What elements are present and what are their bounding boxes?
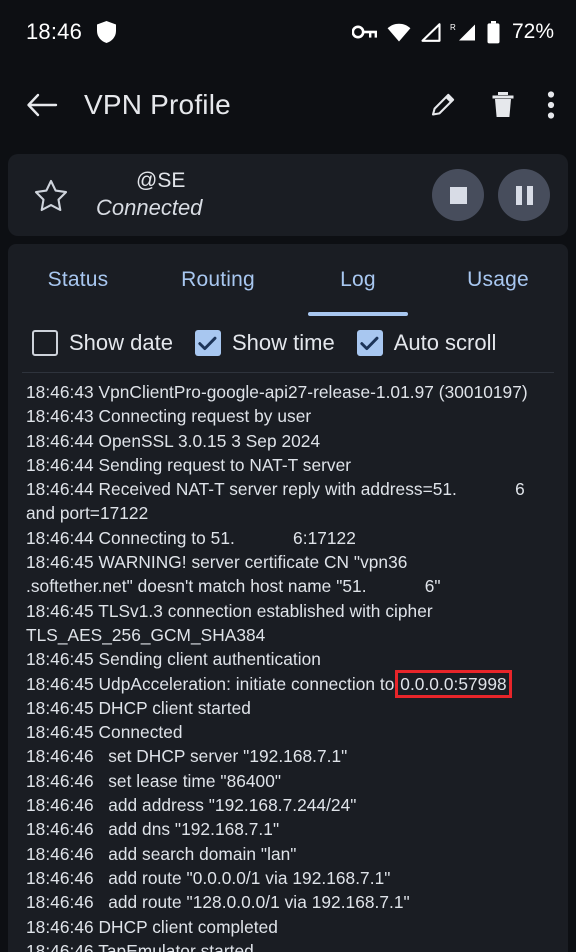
stop-button[interactable]	[432, 169, 484, 221]
back-arrow-icon[interactable]	[24, 87, 60, 123]
shield-icon	[96, 20, 117, 44]
checkbox-show-date-label: Show date	[69, 330, 173, 355]
log-line: 18:46:46 add search domain "lan"	[26, 843, 297, 864]
checkbox-show-date-box[interactable]	[32, 330, 58, 356]
log-line: 18:46:45 TLSv1.3 connection established …	[26, 600, 438, 645]
log-line: 18:46:46 add route "128.0.0.0/1 via 192.…	[26, 892, 410, 913]
check-icon	[198, 336, 217, 350]
app-bar-actions	[426, 88, 556, 122]
overflow-menu-icon[interactable]	[546, 88, 556, 122]
log-options-row: Show date Show time Auto scroll	[8, 316, 568, 372]
log-line: 18:46:46 set lease time "86400"	[26, 770, 282, 791]
delete-trash-icon[interactable]	[486, 88, 520, 122]
log-line: 18:46:45 Sending client authentication	[26, 649, 321, 670]
status-bar-right: R 72%	[351, 20, 554, 44]
signal-icon	[420, 22, 441, 42]
signal-roaming-icon: R	[450, 22, 477, 42]
pause-button[interactable]	[498, 169, 550, 221]
checkbox-show-time[interactable]: Show time	[194, 330, 335, 356]
checkbox-auto-scroll-box[interactable]	[356, 330, 383, 356]
tab-log[interactable]: Log	[288, 244, 428, 316]
svg-text:R: R	[450, 23, 456, 32]
log-line: 18:46:44 OpenSSL 3.0.15 3 Sep 2024	[26, 430, 321, 451]
favorite-star-icon[interactable]	[30, 179, 72, 212]
checkbox-auto-scroll-label: Auto scroll	[393, 330, 497, 355]
stop-square-icon	[449, 186, 467, 204]
tab-status[interactable]: Status	[8, 244, 148, 316]
content-panel: Status Routing Log Usage Show date Show …	[8, 244, 568, 952]
profile-status: Connected	[96, 195, 203, 220]
highlighted-endpoint: 0.0.0.0:57998	[395, 669, 512, 698]
checkbox-show-time-label: Show time	[231, 330, 335, 355]
status-bar-clock: 18:46	[26, 19, 83, 44]
log-line: 18:46:45 DHCP client started	[26, 697, 251, 718]
edit-pencil-icon[interactable]	[426, 88, 460, 122]
log-line: 18:46:45 Connected	[26, 722, 183, 743]
battery-percent: 72%	[511, 20, 554, 43]
log-line: 18:46:44 Sending request to NAT-T server	[26, 454, 352, 475]
checkbox-show-date[interactable]: Show date	[32, 330, 173, 356]
tab-log-label: Log	[340, 268, 376, 291]
log-line: 18:46:44 Received NAT-T server reply wit…	[26, 479, 530, 524]
page-title: VPN Profile	[84, 89, 231, 120]
checkbox-auto-scroll[interactable]: Auto scroll	[356, 330, 497, 356]
check-icon	[360, 336, 379, 350]
log-line: 18:46:45 UdpAcceleration: initiate conne…	[26, 669, 512, 698]
tab-routing-label: Routing	[181, 268, 255, 291]
profile-info: @SE Connected	[72, 168, 418, 222]
status-bar-left: 18:46	[26, 19, 117, 45]
log-line: 18:46:46 add dns "192.168.7.1"	[26, 819, 280, 840]
log-line: 18:46:43 Connecting request by user	[26, 406, 312, 427]
profile-card[interactable]: @SE Connected	[8, 154, 568, 236]
log-line: 18:46:46 set DHCP server "192.168.7.1"	[26, 746, 348, 767]
tab-routing[interactable]: Routing	[148, 244, 288, 316]
tab-usage[interactable]: Usage	[428, 244, 568, 316]
log-line: 18:46:46 TapEmulator started	[26, 940, 254, 952]
log-line: 18:46:43 VpnClientPro-google-api27-relea…	[26, 382, 528, 402]
log-line: 18:46:46 add route "0.0.0.0/1 via 192.16…	[26, 867, 391, 888]
profile-name: @SE	[136, 169, 186, 192]
log-line: 18:46:44 Connecting to 51. 6:17122	[26, 527, 356, 548]
checkbox-show-time-box[interactable]	[194, 330, 221, 356]
vpn-key-icon	[351, 24, 378, 40]
wifi-icon	[387, 23, 411, 42]
log-line: 18:46:46 DHCP client completed	[26, 916, 278, 937]
tab-bar: Status Routing Log Usage	[8, 244, 568, 316]
battery-icon	[486, 20, 501, 44]
log-line: 18:46:45 WARNING! server certificate CN …	[26, 552, 461, 597]
log-line: 18:46:46 add address "192.168.7.244/24"	[26, 795, 357, 816]
app-bar: VPN Profile	[0, 64, 576, 146]
pause-bars-icon	[515, 185, 533, 205]
tab-usage-label: Usage	[467, 268, 529, 291]
status-bar: 18:46 R 72%	[0, 0, 576, 64]
tab-status-label: Status	[47, 268, 109, 291]
log-list[interactable]: 18:46:43 VpnClientPro-google-api27-relea…	[8, 373, 568, 952]
